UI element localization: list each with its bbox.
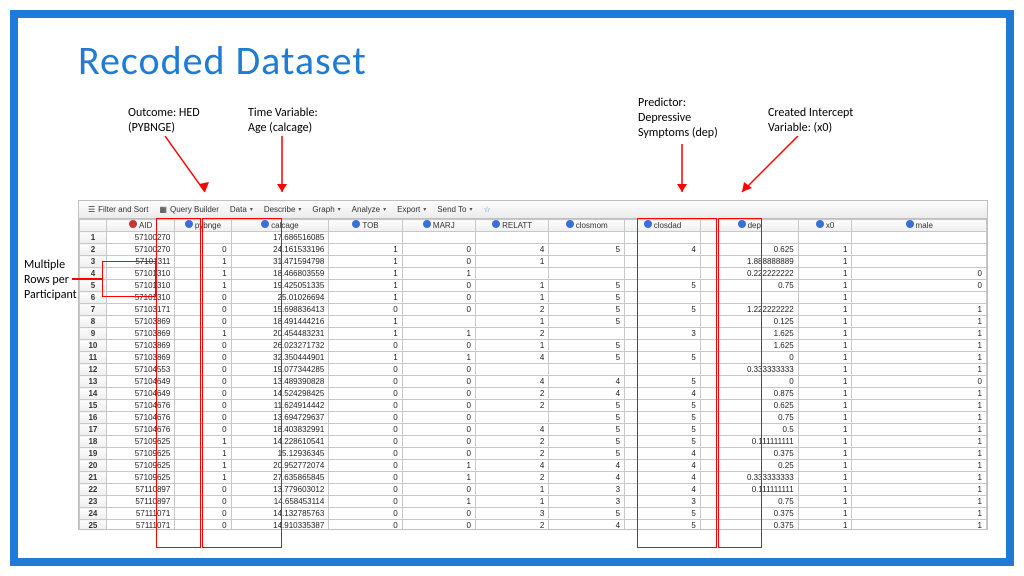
table-row[interactable]: 457101310118.466803559110.22222222210 — [80, 268, 987, 280]
text-icon — [129, 220, 137, 228]
numeric-icon — [906, 220, 914, 228]
table-row[interactable]: 2557111071014.910335387002450.37511 — [80, 520, 987, 530]
arrow-intercept — [736, 136, 806, 200]
numeric-icon — [492, 220, 500, 228]
table-row[interactable]: 1757104676018.403832991004550.511 — [80, 424, 987, 436]
col-calcage[interactable]: calcage — [231, 220, 329, 232]
arrow-predictor — [676, 144, 696, 200]
chevron-down-icon: ▾ — [470, 206, 473, 213]
col-x0[interactable]: x0 — [798, 220, 852, 232]
label-outcome: Outcome: HED (PYBNGE) — [128, 106, 200, 136]
tb-analyze[interactable]: Analyze▾ — [347, 202, 391, 218]
table-row[interactable]: 1357104649013.48939082800445010 — [80, 376, 987, 388]
numeric-icon — [566, 220, 574, 228]
table-row[interactable]: 1657104676013.69472963700550.7511 — [80, 412, 987, 424]
table-row[interactable]: 15710027017.686516085 — [80, 232, 987, 244]
table-row[interactable]: 757103171015.698836413002551.22222222211 — [80, 304, 987, 316]
numeric-icon — [261, 220, 269, 228]
data-table: ☰Filter and Sort ▦Query Builder Data▾ De… — [78, 200, 988, 530]
grid: AIDpybngecalcageTOBMARJRELATTclosmomclos… — [79, 219, 987, 529]
table-row[interactable]: 1257104553019.077344285000.33333333311 — [80, 364, 987, 376]
slide-frame: Recoded Dataset Outcome: HED (PYBNGE) Ti… — [10, 10, 1014, 566]
table-row[interactable]: 2257110897013.779603012001340.1111111111… — [80, 484, 987, 496]
numeric-icon — [423, 220, 431, 228]
arrow-outcome — [163, 136, 213, 200]
tb-star[interactable]: ☆ — [479, 202, 496, 218]
label-side: Multiple Rows per Participant — [24, 258, 77, 303]
table-row[interactable]: 1157103869032.35044490111455011 — [80, 352, 987, 364]
toolbar: ☰Filter and Sort ▦Query Builder Data▾ De… — [79, 201, 987, 219]
col-closdad[interactable]: closdad — [625, 220, 701, 232]
table-row[interactable]: 1857109625114.228610541002550.1111111111… — [80, 436, 987, 448]
tb-send[interactable]: Send To▾ — [432, 202, 477, 218]
table-row[interactable]: 957103869120.45448323111231.62511 — [80, 328, 987, 340]
numeric-icon — [816, 220, 824, 228]
tb-filter[interactable]: ☰Filter and Sort — [83, 202, 153, 218]
table-row[interactable]: 2057109625120.952772074014440.2511 — [80, 460, 987, 472]
table-row[interactable]: 857103869018.4914442161150.12511 — [80, 316, 987, 328]
table-row[interactable]: 2457111071014.132785763003550.37511 — [80, 508, 987, 520]
chevron-down-icon: ▾ — [338, 206, 341, 213]
col-AID[interactable]: AID — [106, 220, 174, 232]
numeric-icon — [738, 220, 746, 228]
col-pybnge[interactable]: pybnge — [175, 220, 231, 232]
numeric-icon — [185, 220, 193, 228]
col-MARJ[interactable]: MARJ — [402, 220, 475, 232]
query-icon: ▦ — [159, 205, 167, 214]
label-intercept: Created Intercept Variable: (x0) — [768, 106, 853, 136]
filter-icon: ☰ — [88, 205, 95, 214]
table-row[interactable]: 1557104676011.624914442002550.62511 — [80, 400, 987, 412]
table-row[interactable]: 2157109625127.635865845012440.3333333331… — [80, 472, 987, 484]
col-male[interactable]: male — [852, 220, 987, 232]
col-closmom[interactable]: closmom — [549, 220, 625, 232]
tb-graph[interactable]: Graph▾ — [307, 202, 345, 218]
table-row[interactable]: 2357110897014.658453114011330.7511 — [80, 496, 987, 508]
chevron-down-icon: ▾ — [250, 206, 253, 213]
tb-export[interactable]: Export▾ — [392, 202, 431, 218]
table-row[interactable]: 557101310119.425051335101550.7510 — [80, 280, 987, 292]
col-TOB[interactable]: TOB — [329, 220, 402, 232]
col-RELATT[interactable]: RELATT — [475, 220, 548, 232]
col-dep[interactable]: dep — [700, 220, 798, 232]
chevron-down-icon: ▾ — [298, 206, 301, 213]
table-row[interactable]: 657101310025.0102669410151 — [80, 292, 987, 304]
tb-data[interactable]: Data▾ — [225, 202, 258, 218]
table-row[interactable]: 257100270024.161533196104540.6251 — [80, 244, 987, 256]
table-row[interactable]: 1057103869026.02327173200151.62511 — [80, 340, 987, 352]
table-row[interactable]: 1957109625115.12936345002540.37511 — [80, 448, 987, 460]
numeric-icon — [644, 220, 652, 228]
connector-side — [72, 278, 102, 280]
table-row[interactable]: 1457104649014.524298425002440.87511 — [80, 388, 987, 400]
numeric-icon — [352, 220, 360, 228]
chevron-down-icon: ▾ — [383, 206, 386, 213]
chevron-down-icon: ▾ — [423, 206, 426, 213]
spreadsheet[interactable]: AIDpybngecalcageTOBMARJRELATTclosmomclos… — [79, 219, 987, 529]
table-row[interactable]: 357101311131.4715947981011.8888888891 — [80, 256, 987, 268]
page-title: Recoded Dataset — [78, 36, 367, 85]
arrow-time — [276, 136, 296, 200]
label-predictor: Predictor: Depressive Symptoms (dep) — [638, 96, 718, 141]
tb-describe[interactable]: Describe▾ — [259, 202, 307, 218]
label-time: Time Variable: Age (calcage) — [248, 106, 318, 136]
star-icon: ☆ — [484, 205, 491, 214]
tb-query[interactable]: ▦Query Builder — [154, 202, 223, 218]
